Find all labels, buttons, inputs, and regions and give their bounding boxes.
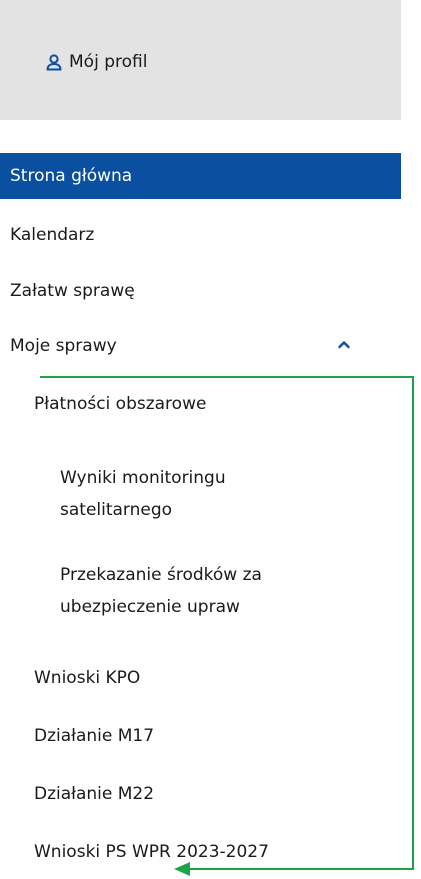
- sidebar-item-label: Wnioski KPO: [34, 668, 141, 688]
- sidebar-subitem-m22[interactable]: Działanie M22: [0, 771, 401, 817]
- my-profile-label: Mój profil: [69, 52, 148, 72]
- user-icon: [46, 54, 62, 71]
- sidebar-subitem-satellite-monitoring[interactable]: Wyniki monitoringu satelitarnego: [0, 462, 401, 532]
- sidebar-item-label: Załatw sprawę: [10, 281, 135, 301]
- sidebar-item-label: Strona główna: [10, 166, 133, 186]
- sidebar-item-label: Wyniki monitoringu satelitarnego: [60, 468, 226, 520]
- sidebar-item-my-cases[interactable]: Moje sprawy: [0, 323, 401, 369]
- chevron-up-icon[interactable]: [336, 336, 352, 352]
- sidebar-item-label: Moje sprawy: [10, 336, 117, 356]
- sidebar-item-calendar[interactable]: Kalendarz: [0, 212, 401, 258]
- sidebar-subitem-insurance-transfer[interactable]: Przekazanie środków za ubezpieczenie upr…: [0, 559, 401, 629]
- sidebar-item-label: Kalendarz: [10, 225, 95, 245]
- sidebar-subitem-ps-wpr[interactable]: Wnioski PS WPR 2023-2027: [0, 829, 401, 875]
- sidebar-subitem-area-payments[interactable]: Płatności obszarowe: [0, 381, 401, 427]
- sidebar-item-home[interactable]: Strona główna: [0, 153, 401, 199]
- sidebar-item-label: Działanie M22: [34, 784, 155, 804]
- sidebar-item-label: Działanie M17: [34, 726, 155, 746]
- sidebar-item-handle-case[interactable]: Załatw sprawę: [0, 268, 401, 314]
- sidebar-menu: Mój profil Strona główna Kalendarz Załat…: [0, 0, 401, 879]
- sidebar-item-label: Wnioski PS WPR 2023-2027: [34, 842, 269, 862]
- sidebar-item-label: Płatności obszarowe: [34, 394, 207, 414]
- sidebar-subitem-m17[interactable]: Działanie M17: [0, 713, 401, 759]
- sidebar-item-label: Przekazanie środków za ubezpieczenie upr…: [60, 565, 262, 617]
- my-profile-link[interactable]: Mój profil: [0, 0, 401, 120]
- sidebar-subitem-kpo[interactable]: Wnioski KPO: [0, 655, 401, 701]
